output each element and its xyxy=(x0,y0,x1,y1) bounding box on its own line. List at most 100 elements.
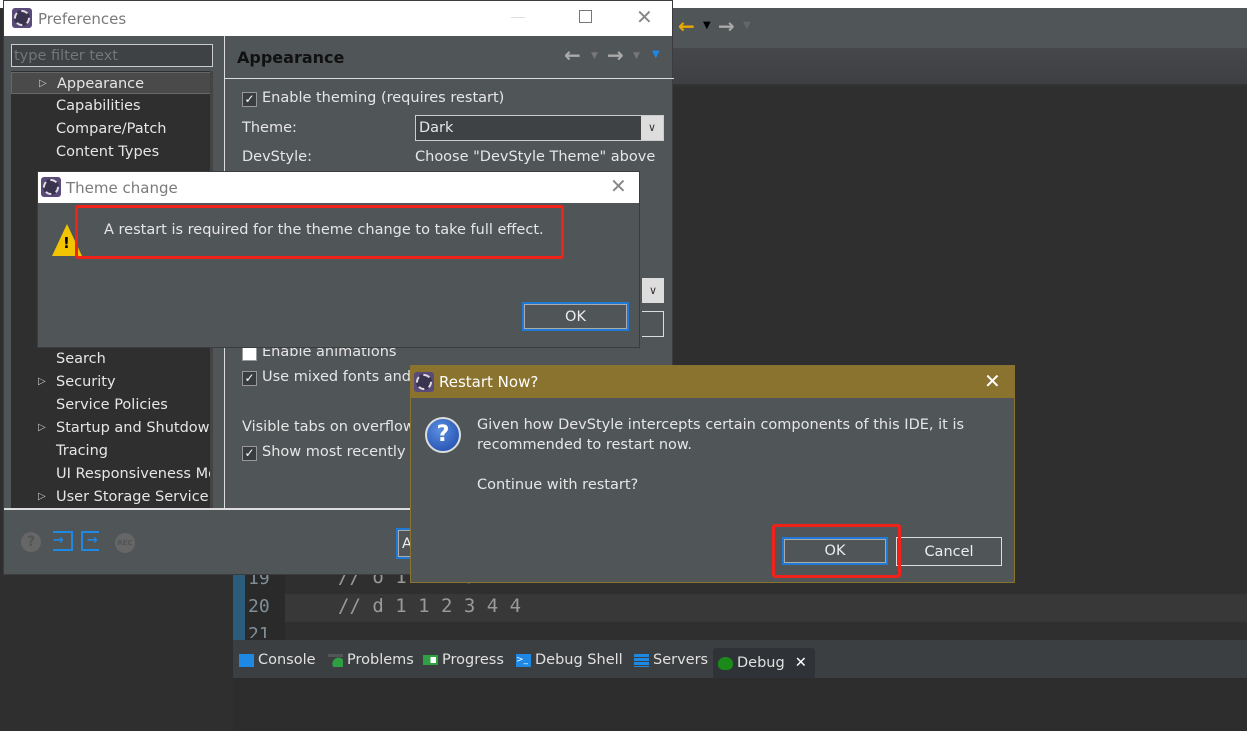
dialog-title: Theme change xyxy=(66,178,178,197)
tab-label: Debug Shell xyxy=(535,652,623,668)
chevron-down-icon[interactable]: ∨ xyxy=(641,116,663,140)
restart-message-line1: Given how DevStyle intercepts certain co… xyxy=(477,417,965,433)
tree-label: Content Types xyxy=(56,144,160,160)
app-icon xyxy=(41,177,61,197)
tree-item-user-storage[interactable]: ▷ User Storage Service xyxy=(11,486,210,508)
back-arrow-icon[interactable]: ← xyxy=(678,14,695,38)
tab-progress[interactable]: Progress xyxy=(423,652,504,668)
ok-button[interactable]: OK xyxy=(522,302,629,331)
restart-dialog: Restart Now? ✕ ? Given how DevStyle inte… xyxy=(410,365,1015,583)
restart-dialog-titlebar: Restart Now? ✕ xyxy=(411,366,1014,398)
chevron-down-icon[interactable]: ∨ xyxy=(642,278,664,303)
back-dropdown-icon[interactable]: ▼ xyxy=(703,20,711,31)
tree-label: Capabilities xyxy=(56,98,141,114)
tree-item-tracing[interactable]: Tracing xyxy=(11,440,210,462)
tab-console[interactable]: Console xyxy=(239,652,316,668)
filter-input[interactable] xyxy=(11,44,213,67)
tab-label: Progress xyxy=(442,652,504,668)
visible-tabs-label: Visible tabs on overflow xyxy=(242,419,415,435)
view-menu-icon[interactable]: ▼ xyxy=(652,49,660,60)
debug-shell-icon: >_ xyxy=(516,653,531,667)
bug-icon xyxy=(718,656,733,670)
import-icon[interactable]: → xyxy=(53,531,73,551)
restart-message-line2: recommended to restart now. xyxy=(477,437,693,453)
restart-question: Continue with restart? xyxy=(477,477,639,493)
tab-debug[interactable]: Debug ✕ xyxy=(713,648,815,678)
expand-icon[interactable]: ▷ xyxy=(38,486,46,508)
theme-select[interactable]: Dark ∨ xyxy=(415,115,664,141)
tree-label: Startup and Shutdown xyxy=(56,420,213,436)
servers-icon xyxy=(634,653,649,667)
close-icon[interactable]: ✕ xyxy=(636,5,653,29)
tab-label: Problems xyxy=(347,652,414,668)
line-number: 20 xyxy=(248,596,270,617)
bottom-panel-tabs: Console Problems Progress >_ Debug Shell … xyxy=(233,640,1247,678)
hidden-button[interactable] xyxy=(642,311,664,337)
page-title: Appearance xyxy=(237,48,345,67)
tree-label: Security xyxy=(56,374,116,390)
question-icon: ? xyxy=(425,417,461,453)
tree-item-startup[interactable]: ▷ Startup and Shutdown xyxy=(11,417,213,439)
tab-label: Console xyxy=(258,652,316,668)
tree-item-search[interactable]: Search xyxy=(11,348,210,370)
forward-arrow-icon[interactable]: → xyxy=(718,14,735,38)
bottom-panel-body xyxy=(233,678,1247,731)
enable-theming-label: Enable theming (requires restart) xyxy=(262,90,505,106)
window-title: Preferences xyxy=(38,9,127,28)
help-icon[interactable]: ? xyxy=(21,532,41,552)
tree-label: UI Responsiveness Monitoring xyxy=(56,466,210,482)
highlight-box xyxy=(75,205,564,259)
close-icon[interactable]: ✕ xyxy=(610,174,627,198)
tree-item-compare-patch[interactable]: Compare/Patch xyxy=(11,118,210,140)
tree-item-capabilities[interactable]: Capabilities xyxy=(11,95,210,117)
back-menu-icon[interactable]: ▼ xyxy=(591,51,598,61)
progress-icon xyxy=(423,655,438,665)
tab-label: Debug xyxy=(737,655,785,671)
close-icon[interactable]: ✕ xyxy=(984,369,1001,393)
tree-item-content-types[interactable]: Content Types xyxy=(11,141,210,163)
tree-item-service-policies[interactable]: Service Policies xyxy=(11,394,210,416)
maximize-icon[interactable] xyxy=(579,10,592,23)
record-icon[interactable]: REC xyxy=(115,533,135,553)
problems-icon xyxy=(328,653,343,667)
enable-animations-checkbox[interactable] xyxy=(242,346,257,361)
theme-label: Theme: xyxy=(242,120,297,136)
devstyle-value: Choose "DevStyle Theme" above xyxy=(415,149,656,165)
header-divider xyxy=(225,78,674,79)
minimize-icon[interactable] xyxy=(511,17,525,18)
code-line: // d 1 1 2 3 4 4 xyxy=(338,595,522,617)
devstyle-label: DevStyle: xyxy=(242,149,312,165)
expand-icon[interactable]: ▷ xyxy=(38,371,46,393)
line-number: 21 xyxy=(248,624,270,638)
forward-dropdown-icon[interactable]: ▼ xyxy=(743,20,751,31)
tree-label: Service Policies xyxy=(56,397,168,413)
app-icon xyxy=(12,8,32,28)
theme-dialog-titlebar: Theme change ✕ xyxy=(38,172,639,203)
enable-theming-checkbox[interactable]: ✓ xyxy=(242,92,257,107)
back-icon[interactable]: ← xyxy=(564,43,581,67)
tab-debug-shell[interactable]: >_ Debug Shell xyxy=(516,652,623,668)
tree-item-ui-responsiveness[interactable]: UI Responsiveness Monitoring xyxy=(11,463,210,485)
tree-label: Compare/Patch xyxy=(56,121,167,137)
preferences-titlebar: Preferences ✕ xyxy=(4,1,672,36)
close-tab-icon[interactable]: ✕ xyxy=(795,655,807,671)
ide-toolbar: ← ▼ → ▼ xyxy=(673,8,1247,48)
tab-servers[interactable]: Servers xyxy=(634,652,708,668)
forward-icon[interactable]: → xyxy=(607,43,624,67)
forward-menu-icon[interactable]: ▼ xyxy=(633,51,640,61)
app-icon xyxy=(414,372,434,392)
tab-label: Servers xyxy=(653,652,709,668)
show-recent-checkbox[interactable]: ✓ xyxy=(242,446,257,461)
expand-icon[interactable]: ▷ xyxy=(38,417,46,439)
tree-label: Appearance xyxy=(57,76,145,92)
tab-problems[interactable]: Problems xyxy=(328,652,414,668)
expand-icon[interactable]: ▷ xyxy=(39,73,47,95)
mixed-fonts-checkbox[interactable]: ✓ xyxy=(242,371,257,386)
tree-item-appearance[interactable]: ▷ Appearance xyxy=(11,72,210,95)
theme-change-dialog: Theme change ✕ ! A restart is required f… xyxy=(37,171,640,348)
theme-select-value: Dark xyxy=(419,120,454,136)
export-icon[interactable]: → xyxy=(81,531,99,551)
tree-item-security[interactable]: ▷ Security xyxy=(11,371,210,393)
console-icon xyxy=(239,653,254,667)
cancel-button[interactable]: Cancel xyxy=(896,537,1002,566)
